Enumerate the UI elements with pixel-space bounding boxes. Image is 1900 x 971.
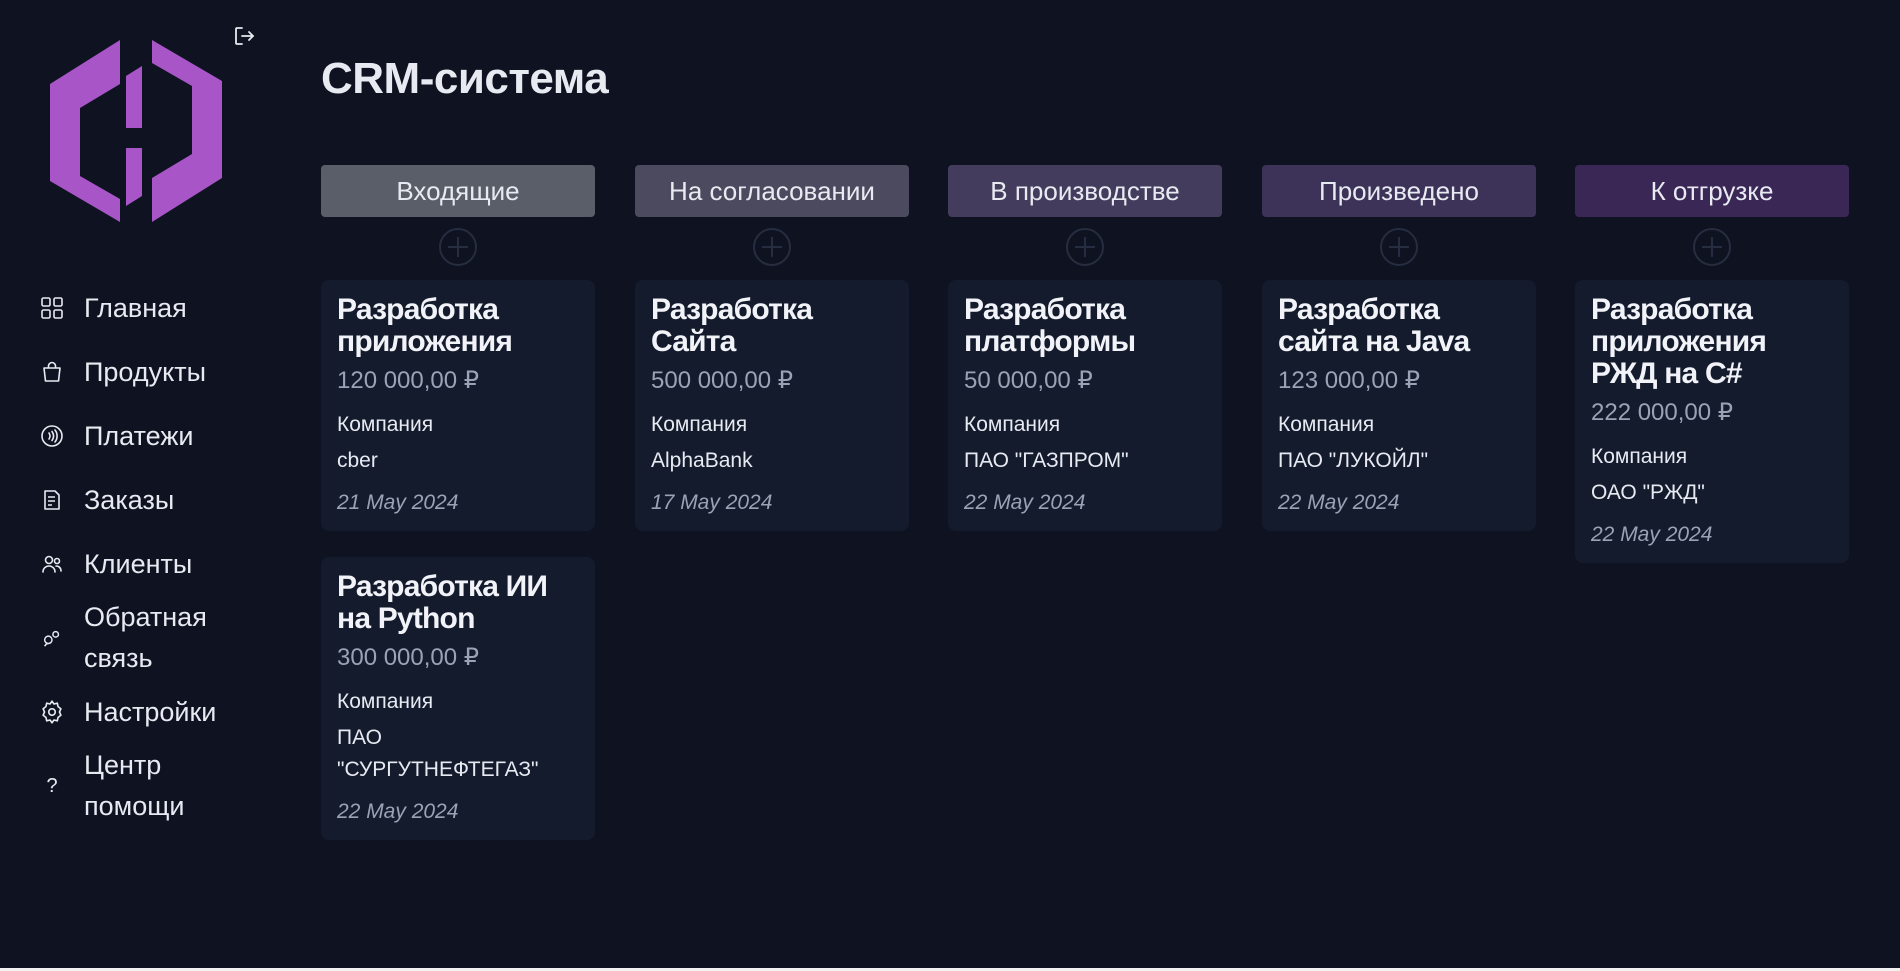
page-title: CRM-система xyxy=(321,54,609,103)
deal-amount: 123 000,00 ₽ xyxy=(1278,367,1421,394)
deal-amount: 222 000,00 ₽ xyxy=(1591,399,1734,426)
kanban-column: На согласовании Разработка Сайта 500 000,0… xyxy=(635,165,909,557)
deal-card[interactable]: Разработка платформы 50 000,00 ₽ Компания П… xyxy=(948,280,1222,531)
sidebar-item-products[interactable]: Продукты xyxy=(38,340,258,404)
add-card-icon[interactable] xyxy=(1379,227,1419,267)
users-icon xyxy=(38,550,66,578)
sidebar: Главная Продукты Платежи Заказы Клиенты … xyxy=(0,0,260,968)
deal-title: Разработка приложения РЖД на C# xyxy=(1591,293,1767,390)
company-label: Компания xyxy=(964,413,1061,436)
deal-title: Разработка платформы xyxy=(964,293,1136,358)
deal-card[interactable]: Разработка сайта на Java 123 000,00 ₽ Комп… xyxy=(1262,280,1536,531)
app-root: Главная Продукты Платежи Заказы Клиенты … xyxy=(0,0,1900,968)
deal-title: Разработка Сайта xyxy=(651,293,813,358)
deal-title: Разработка приложения xyxy=(337,293,513,358)
sidebar-item-label: Главная xyxy=(84,292,187,323)
kanban-column: Произведено Разработка сайта на Java 123 0… xyxy=(1262,165,1536,557)
deal-date: 21 May 2024 xyxy=(337,491,459,514)
deal-card[interactable]: Разработка приложения 120 000,00 ₽ Компани… xyxy=(321,280,595,531)
kanban-column: В производстве Разработка платформы 50 000… xyxy=(948,165,1222,557)
deal-card[interactable]: Разработка приложения РЖД на C# 222 000,0… xyxy=(1575,280,1849,563)
deal-amount: 500 000,00 ₽ xyxy=(651,367,794,394)
deal-amount: 50 000,00 ₽ xyxy=(964,367,1093,394)
grid-icon xyxy=(38,294,66,322)
deal-card[interactable]: Разработка Сайта 500 000,00 ₽ Компания Alph… xyxy=(635,280,909,531)
column-header: На согласовании xyxy=(635,165,909,217)
company-name: ПАО "СУРГУТНЕФТЕГАЗ" xyxy=(337,726,539,781)
shopping-bag-icon xyxy=(38,358,66,386)
sidebar-item-label: Клиенты xyxy=(84,548,193,579)
sidebar-nav: Главная Продукты Платежи Заказы Клиенты … xyxy=(38,276,258,828)
sidebar-item-orders[interactable]: Заказы xyxy=(38,468,258,532)
sidebar-item-label: Платежи xyxy=(84,420,194,451)
deal-title: Разработка сайта на Java xyxy=(1278,293,1470,358)
document-icon xyxy=(38,486,66,514)
company-name: AlphaBank xyxy=(651,449,753,472)
sidebar-item-label: Продукты xyxy=(84,356,206,387)
company-label: Компания xyxy=(1278,413,1375,436)
sidebar-item-home[interactable]: Главная xyxy=(38,276,258,340)
deal-card[interactable]: Разработка ИИ на Python 300 000,00 ₽ Компа… xyxy=(321,557,595,840)
add-card-icon[interactable] xyxy=(1065,227,1105,267)
column-header: К отгрузке xyxy=(1575,165,1849,217)
add-card-icon[interactable] xyxy=(752,227,792,267)
company-label: Компания xyxy=(651,413,748,436)
column-header: Произведено xyxy=(1262,165,1536,217)
company-label: Компания xyxy=(337,413,434,436)
deal-date: 22 May 2024 xyxy=(1278,491,1400,514)
hashicorp-logo-icon xyxy=(50,40,222,222)
sidebar-item-help[interactable]: ? Центр помощи xyxy=(38,744,258,828)
company-name: ПАО "ГАЗПРОМ" xyxy=(964,449,1129,472)
company-label: Компания xyxy=(1591,445,1688,468)
sidebar-item-label: Обратная связь xyxy=(84,602,207,673)
deal-date: 17 May 2024 xyxy=(651,491,773,514)
sidebar-item-label: Заказы xyxy=(84,484,175,515)
sidebar-item-label: Настройки xyxy=(84,696,217,727)
sidebar-item-label: Центр помощи xyxy=(84,750,185,821)
logout-icon[interactable] xyxy=(232,24,256,48)
deal-date: 22 May 2024 xyxy=(1591,523,1713,546)
gear-icon xyxy=(38,698,66,726)
sidebar-item-clients[interactable]: Клиенты xyxy=(38,532,258,596)
company-label: Компания xyxy=(337,690,434,713)
deal-amount: 300 000,00 ₽ xyxy=(337,644,480,671)
company-name: ОАО "РЖД" xyxy=(1591,481,1705,504)
column-header: В производстве xyxy=(948,165,1222,217)
kanban-column: К отгрузке Разработка приложения РЖД на C… xyxy=(1575,165,1849,589)
sidebar-item-settings[interactable]: Настройки xyxy=(38,680,258,744)
column-header: Входящие xyxy=(321,165,595,217)
company-name: cber xyxy=(337,449,378,472)
sidebar-item-payments[interactable]: Платежи xyxy=(38,404,258,468)
deal-date: 22 May 2024 xyxy=(964,491,1086,514)
add-card-icon[interactable] xyxy=(438,227,478,267)
feedback-icon xyxy=(38,624,66,652)
deal-date: 22 May 2024 xyxy=(337,800,459,823)
contactless-payment-icon xyxy=(38,422,66,450)
company-name: ПАО "ЛУКОЙЛ" xyxy=(1278,449,1429,472)
deal-title: Разработка ИИ на Python xyxy=(337,570,548,635)
add-card-icon[interactable] xyxy=(1692,227,1732,267)
question-icon: ? xyxy=(46,774,58,797)
deal-amount: 120 000,00 ₽ xyxy=(337,367,480,394)
sidebar-item-feedback[interactable]: Обратная связь xyxy=(38,596,258,680)
kanban-column: Входящие Разработка приложения 120 000,00 … xyxy=(321,165,595,866)
